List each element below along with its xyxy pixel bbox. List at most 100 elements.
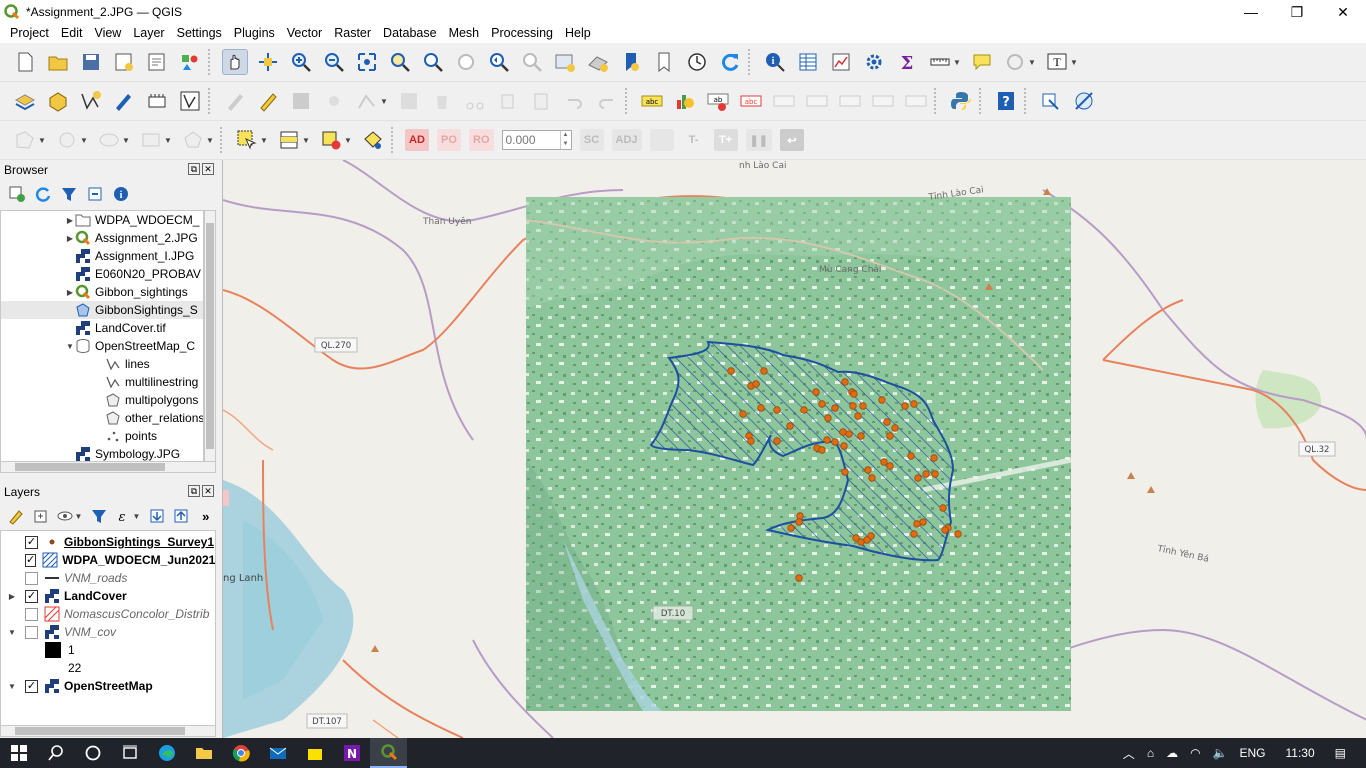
tray-chevron-icon[interactable]: ︿ xyxy=(1123,745,1135,762)
select-attribute-dropdown-icon[interactable]: ▼ xyxy=(302,136,310,145)
menu-edit[interactable]: Edit xyxy=(55,26,89,40)
add-group-icon[interactable] xyxy=(31,505,52,527)
collapse-all-icon[interactable] xyxy=(84,183,106,205)
layer-item[interactable]: ✓ WDPA_WDOECM_Jun2021_ xyxy=(1,551,215,569)
minimize-button[interactable]: — xyxy=(1228,0,1274,24)
expand-icon[interactable]: ▼ xyxy=(7,628,17,637)
new-shapefile-layer-icon[interactable] xyxy=(78,88,104,114)
select-by-location-icon[interactable] xyxy=(360,127,386,153)
advanced-digitizing-button[interactable]: AD xyxy=(405,129,429,151)
more-tools-icon[interactable]: » xyxy=(195,505,216,527)
browser-item[interactable]: ▶ Gibbon_sightings xyxy=(1,283,203,301)
layers-horizontal-scrollbar[interactable] xyxy=(0,725,216,737)
text-annotation-icon[interactable]: T xyxy=(1044,49,1070,75)
zoom-full-icon[interactable] xyxy=(354,49,380,75)
data-source-manager-icon[interactable] xyxy=(12,88,38,114)
menu-raster[interactable]: Raster xyxy=(328,26,377,40)
open-layer-styling-icon[interactable] xyxy=(6,505,27,527)
zoom-next-icon[interactable] xyxy=(519,49,545,75)
menu-processing[interactable]: Processing xyxy=(485,26,559,40)
locator-dropdown-icon[interactable]: ▼ xyxy=(1028,58,1036,67)
browser-vertical-scrollbar[interactable] xyxy=(204,210,216,462)
expand-all-icon[interactable] xyxy=(146,505,167,527)
measure-dropdown-icon[interactable]: ▼ xyxy=(953,58,961,67)
onenote-icon[interactable]: N xyxy=(333,738,370,768)
label-toolbar-icon[interactable]: abc xyxy=(639,88,665,114)
zoom-in-icon[interactable] xyxy=(288,49,314,75)
browser-horizontal-scrollbar[interactable] xyxy=(0,461,216,473)
close-panel-icon[interactable]: ✕ xyxy=(202,485,214,497)
style-manager-icon[interactable] xyxy=(177,49,203,75)
browser-item[interactable]: Symbology.JPG xyxy=(1,445,203,461)
expression-dropdown-icon[interactable]: ▼ xyxy=(133,512,141,521)
menu-database[interactable]: Database xyxy=(377,26,443,40)
add-selected-layers-icon[interactable] xyxy=(6,183,28,205)
browser-item[interactable]: ▼ OpenStreetMap_C xyxy=(1,337,203,355)
new-print-layout-icon[interactable] xyxy=(111,49,137,75)
wifi-icon[interactable]: ◠ xyxy=(1190,746,1200,760)
python-console-icon[interactable] xyxy=(948,88,974,114)
new-virtual-layer-icon[interactable] xyxy=(144,88,170,114)
float-panel-icon[interactable]: ⧉ xyxy=(188,485,200,497)
onedrive-icon[interactable]: ☁ xyxy=(1166,746,1178,760)
zoom-to-layer-icon[interactable] xyxy=(420,49,446,75)
menu-view[interactable]: View xyxy=(88,26,127,40)
chrome-icon[interactable] xyxy=(222,738,259,768)
float-panel-icon[interactable]: ⧉ xyxy=(188,163,200,175)
measure-line-icon[interactable] xyxy=(927,49,953,75)
pan-to-selection-icon[interactable] xyxy=(255,49,281,75)
menu-project[interactable]: Project xyxy=(4,26,55,40)
cortana-icon[interactable] xyxy=(74,738,111,768)
statistical-summary-icon[interactable]: Σ xyxy=(894,49,920,75)
edge-browser-icon[interactable] xyxy=(148,738,185,768)
map-canvas[interactable]: Than Uyên Tỉnh Lào Cai Tỉnh Yên Bá Mù Ca… xyxy=(222,160,1366,738)
browser-item[interactable]: LandCover.tif xyxy=(1,319,203,337)
zoom-to-selection-icon[interactable] xyxy=(387,49,413,75)
menu-mesh[interactable]: Mesh xyxy=(443,26,486,40)
language-indicator[interactable]: ENG xyxy=(1240,746,1266,760)
layer-visibility-checkbox[interactable] xyxy=(25,571,38,585)
sticky-notes-icon[interactable] xyxy=(296,738,333,768)
open-attribute-table-icon[interactable] xyxy=(795,49,821,75)
layer-diagram-icon[interactable] xyxy=(672,88,698,114)
layer-item[interactable]: NomascusConcolor_Distrib xyxy=(1,605,215,623)
mail-icon[interactable] xyxy=(259,738,296,768)
menu-plugins[interactable]: Plugins xyxy=(228,26,281,40)
layer-item[interactable]: ▼ VNM_cov xyxy=(1,623,215,641)
help-contents-icon[interactable]: ? xyxy=(993,88,1019,114)
expand-icon[interactable]: ▶ xyxy=(65,234,75,243)
properties-icon[interactable]: i xyxy=(110,183,132,205)
browser-item[interactable]: other_relations xyxy=(1,409,203,427)
filter-by-expression-icon[interactable]: ε xyxy=(113,505,134,527)
layer-visibility-checkbox[interactable] xyxy=(25,607,38,621)
browser-item[interactable]: ▶ Assignment_2.JPG xyxy=(1,229,203,247)
browser-item[interactable]: lines xyxy=(1,355,203,373)
coordinate-capture-icon[interactable] xyxy=(1038,88,1064,114)
expand-icon[interactable]: ▶ xyxy=(65,216,75,225)
close-button[interactable]: ✕ xyxy=(1320,0,1366,24)
windows-start-icon[interactable] xyxy=(0,738,37,768)
expand-icon[interactable]: ▶ xyxy=(7,592,17,601)
close-panel-icon[interactable]: ✕ xyxy=(202,163,214,175)
add-vector-layer-icon[interactable] xyxy=(177,88,203,114)
select-dropdown-icon[interactable]: ▼ xyxy=(260,136,268,145)
new-3d-view-icon[interactable] xyxy=(585,49,611,75)
clock[interactable]: 11:30 xyxy=(1286,746,1315,760)
menu-settings[interactable]: Settings xyxy=(171,26,228,40)
refresh-browser-icon[interactable] xyxy=(32,183,54,205)
maximize-button[interactable]: ❐ xyxy=(1274,0,1320,24)
zoom-last-icon[interactable] xyxy=(486,49,512,75)
expand-icon[interactable]: ▼ xyxy=(7,682,17,691)
layout-manager-icon[interactable] xyxy=(144,49,170,75)
deselect-all-icon[interactable] xyxy=(318,127,344,153)
toggle-editing-icon[interactable] xyxy=(255,88,281,114)
field-calculator-icon[interactable] xyxy=(828,49,854,75)
expand-icon[interactable]: ▶ xyxy=(65,288,75,297)
notifications-icon[interactable]: ▤ xyxy=(1335,746,1346,760)
layer-visibility-checkbox[interactable]: ✓ xyxy=(25,679,38,693)
open-project-icon[interactable] xyxy=(45,49,71,75)
search-icon[interactable] xyxy=(37,738,74,768)
layer-item[interactable]: ✓ GibbonSightings_Survey1 xyxy=(1,533,215,551)
zoom-native-icon[interactable] xyxy=(453,49,479,75)
locator-icon[interactable] xyxy=(1002,49,1028,75)
